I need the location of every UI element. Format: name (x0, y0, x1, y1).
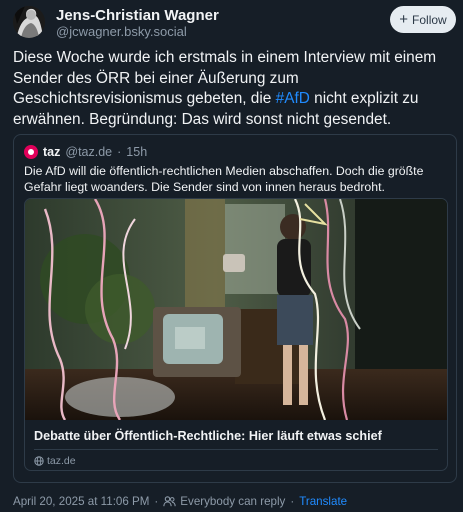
quote-author-handle[interactable]: @taz.de (65, 145, 112, 159)
hashtag-link[interactable]: #AfD (276, 90, 310, 107)
taz-logo[interactable] (24, 145, 38, 159)
post: Jens-Christian Wagner @jcwagner.bsky.soc… (0, 0, 463, 512)
author-avatar[interactable] (13, 6, 45, 38)
footer-separator-2: · (290, 494, 295, 508)
person-portrait-avatar (13, 6, 45, 38)
post-timestamp[interactable]: April 20, 2025 at 11:06 PM (13, 495, 149, 508)
footer-separator: · (154, 494, 159, 508)
post-text: Diese Woche wurde ich erstmals in einem … (13, 48, 453, 130)
link-card-domain: taz.de (34, 455, 76, 467)
post-footer: April 20, 2025 at 11:06 PM · Everybody c… (13, 493, 347, 509)
globe-icon (34, 456, 44, 466)
author-name[interactable]: Jens-Christian Wagner (56, 7, 219, 24)
author-handle[interactable]: @jcwagner.bsky.social (56, 24, 187, 39)
reply-setting: Everybody can reply (163, 495, 285, 508)
link-card-title[interactable]: Debatte über Öffentlich-Rechtliche: Hier… (34, 429, 382, 443)
quoted-post[interactable]: taz @taz.de · 15h Die AfD will die öffen… (13, 134, 457, 483)
quote-header: taz @taz.de · 15h (24, 144, 147, 160)
quote-text: Die AfD will die öffentlich-rechtlichen … (24, 164, 424, 194)
translate-link[interactable]: Translate (299, 495, 347, 508)
quote-separator: · (117, 145, 122, 159)
link-card[interactable]: Debatte über Öffentlich-Rechtliche: Hier… (24, 198, 448, 471)
quote-age: 15h (126, 145, 148, 159)
follow-label: Follow (412, 12, 447, 27)
plus-icon: + (399, 11, 409, 28)
link-card-divider (34, 449, 438, 450)
people-icon (163, 495, 176, 506)
link-card-image (25, 199, 447, 420)
follow-button[interactable]: + Follow (390, 6, 456, 33)
link-card-domain-text: taz.de (47, 455, 76, 467)
quote-author-name[interactable]: taz (43, 145, 60, 159)
reply-setting-text: Everybody can reply (180, 494, 286, 508)
